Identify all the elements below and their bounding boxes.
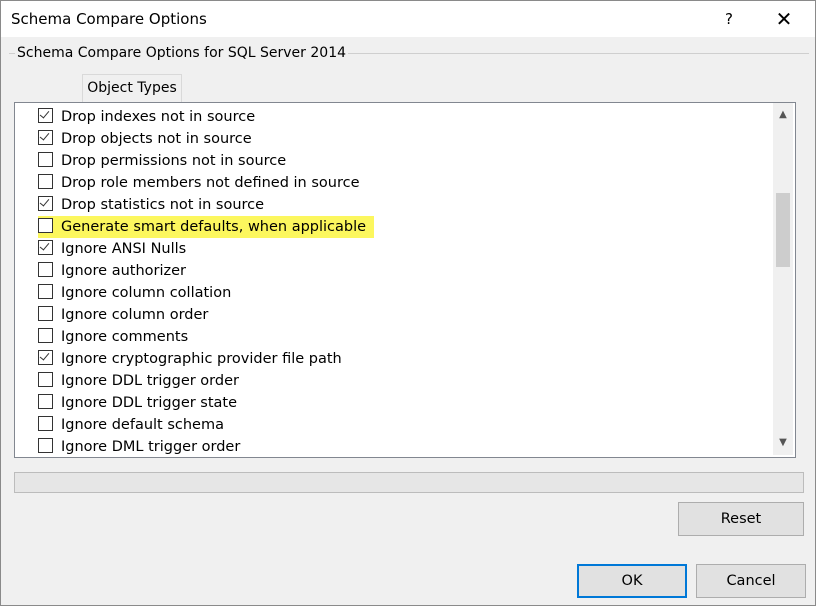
title-bar[interactable]: Schema Compare Options ? ✕	[1, 1, 815, 37]
option-row[interactable]: Ignore default schema	[38, 414, 232, 436]
option-label: Drop role members not defined in source	[61, 175, 360, 191]
option-row[interactable]: Drop objects not in source	[38, 128, 260, 150]
option-checkbox[interactable]	[38, 174, 53, 189]
option-row[interactable]: Ignore DDL trigger state	[38, 392, 245, 414]
option-label: Ignore authorizer	[61, 263, 187, 279]
option-label: Ignore column order	[61, 307, 209, 323]
close-button[interactable]: ✕	[767, 4, 801, 34]
tab-object-types[interactable]: Object Types	[82, 74, 182, 103]
option-row[interactable]: Ignore comments	[38, 326, 196, 348]
option-row[interactable]: Ignore column order	[38, 304, 216, 326]
option-label: Drop statistics not in source	[61, 197, 265, 213]
option-row[interactable]: Drop permissions not in source	[38, 150, 294, 172]
option-row[interactable]: Ignore ANSI Nulls	[38, 238, 194, 260]
chevron-up-icon[interactable]: ▲	[773, 105, 793, 125]
option-checkbox[interactable]	[38, 306, 53, 321]
option-label: Ignore column collation	[61, 285, 232, 301]
cancel-button[interactable]: Cancel	[696, 564, 806, 598]
progress-bar	[14, 472, 804, 493]
option-row[interactable]: Generate smart defaults, when applicable	[38, 216, 375, 238]
option-checkbox[interactable]	[38, 262, 53, 277]
option-row[interactable]: Drop role members not defined in source	[38, 172, 368, 194]
option-checkbox[interactable]	[38, 394, 53, 409]
ok-button[interactable]: OK	[577, 564, 687, 598]
option-checkbox[interactable]	[38, 152, 53, 167]
option-checkbox[interactable]	[38, 350, 53, 365]
vertical-scrollbar[interactable]: ▲ ▼	[773, 103, 793, 455]
option-row[interactable]: Drop statistics not in source	[38, 194, 272, 216]
option-checkbox[interactable]	[38, 372, 53, 387]
option-checkbox[interactable]	[38, 240, 53, 255]
option-label: Ignore DDL trigger state	[61, 395, 238, 411]
options-list[interactable]: Drop indexes not in source Drop objects n…	[14, 102, 796, 458]
option-checkbox[interactable]	[38, 196, 53, 211]
option-label: Ignore DML trigger order	[61, 439, 241, 455]
option-row[interactable]: Ignore authorizer	[38, 260, 194, 282]
chevron-down-icon[interactable]: ▼	[773, 433, 793, 453]
option-checkbox[interactable]	[38, 284, 53, 299]
scrollbar-thumb[interactable]	[776, 193, 790, 267]
window-title: Schema Compare Options	[11, 10, 207, 28]
option-row[interactable]: Drop indexes not in source	[38, 106, 263, 128]
option-row[interactable]: Ignore DML trigger order	[38, 436, 248, 457]
option-checkbox[interactable]	[38, 328, 53, 343]
help-button[interactable]: ?	[713, 4, 745, 34]
option-checkbox[interactable]	[38, 130, 53, 145]
option-checkbox[interactable]	[38, 108, 53, 123]
schema-compare-options-dialog: Schema Compare Options ? ✕ Schema Compar…	[0, 0, 816, 606]
option-label: Generate smart defaults, when applicable	[61, 219, 367, 235]
option-checkbox[interactable]	[38, 218, 53, 233]
option-label: Drop objects not in source	[61, 131, 252, 147]
option-checkbox[interactable]	[38, 416, 53, 431]
option-label: Ignore default schema	[61, 417, 224, 433]
group-title: Schema Compare Options for SQL Server 20…	[15, 45, 349, 61]
option-label: Drop indexes not in source	[61, 109, 256, 125]
reset-button[interactable]: Reset	[678, 502, 804, 536]
option-row[interactable]: Ignore cryptographic provider file path	[38, 348, 350, 370]
option-label: Ignore ANSI Nulls	[61, 241, 187, 257]
option-row[interactable]: Ignore DDL trigger order	[38, 370, 247, 392]
option-label: Drop permissions not in source	[61, 153, 287, 169]
option-label: Ignore comments	[61, 329, 189, 345]
option-label: Ignore cryptographic provider file path	[61, 351, 342, 367]
option-label: Ignore DDL trigger order	[61, 373, 239, 389]
option-checkbox[interactable]	[38, 438, 53, 453]
option-row[interactable]: Ignore column collation	[38, 282, 239, 304]
